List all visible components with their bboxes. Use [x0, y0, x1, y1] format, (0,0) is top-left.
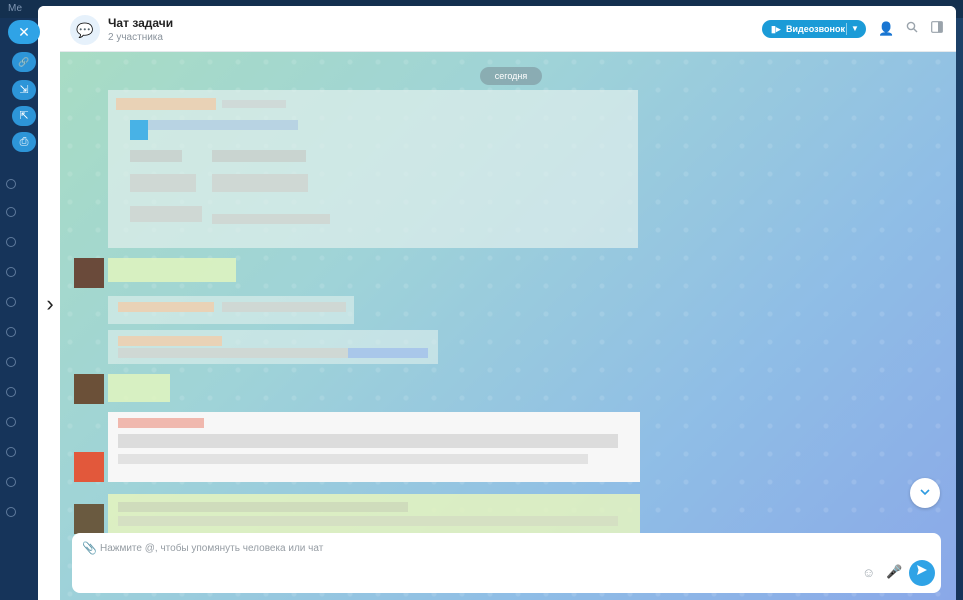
message-text-blurred [130, 206, 202, 222]
background-menu-item [6, 266, 36, 280]
send-icon [917, 565, 927, 575]
message-author-blurred [116, 98, 216, 110]
scroll-to-bottom-button[interactable] [910, 478, 940, 508]
chat-bubbles-icon: 💬 [76, 22, 94, 38]
message-author-blurred [118, 302, 214, 312]
message-input[interactable] [100, 539, 800, 557]
message-accent-blurred [130, 120, 148, 140]
message-text-blurred [118, 502, 408, 512]
message-link-blurred [130, 120, 298, 130]
message-text-blurred [118, 434, 618, 448]
print-button[interactable]: ⎙ [12, 132, 36, 152]
message-text-blurred [212, 214, 330, 224]
sender-avatar-blurred[interactable] [74, 374, 104, 404]
menu-item-icon [6, 476, 16, 487]
chat-slider-panel: 💬 Чат задачи 2 участника ▮▸ Видеозвонок … [38, 6, 956, 600]
background-menu-item [6, 356, 36, 370]
message-text-blurred [130, 150, 182, 162]
sender-avatar-blurred[interactable] [74, 504, 104, 534]
external-link-icon: ⇱ [19, 110, 29, 122]
menu-item-icon [6, 326, 16, 337]
message-text-blurred [212, 174, 308, 192]
send-button[interactable] [909, 560, 935, 586]
message-bubble[interactable] [108, 90, 638, 248]
message-text-blurred [130, 174, 196, 192]
message-bubble[interactable] [108, 412, 640, 482]
background-menu-item [6, 416, 36, 430]
message-text-blurred [222, 302, 346, 312]
background-menu-item [6, 476, 36, 490]
menu-item-icon [6, 356, 16, 367]
menu-item-icon [6, 236, 16, 247]
menu-item-icon [6, 296, 16, 307]
video-call-label: Видеозвонок [786, 24, 845, 34]
background-menu-item [6, 506, 36, 520]
message-text-blurred [118, 348, 348, 358]
chat-members-count[interactable]: 2 участника [108, 32, 163, 43]
message-text-blurred [212, 150, 306, 162]
background-menu-item [6, 326, 36, 340]
search-icon[interactable] [904, 21, 920, 37]
message-text-blurred [118, 454, 588, 464]
sender-avatar-blurred[interactable] [74, 452, 104, 482]
video-call-button[interactable]: ▮▸ Видеозвонок ▼ [762, 20, 866, 38]
chat-messages-area[interactable]: сегодня 📎 Нажмите @, чтобы упомянуть чел… [60, 52, 956, 600]
attachment-icon[interactable]: 📎 [82, 541, 97, 555]
minimize-button[interactable]: ⇲ [12, 80, 36, 100]
sender-avatar-blurred[interactable] [74, 258, 104, 288]
background-menu-item [6, 446, 36, 460]
menu-item-icon [6, 446, 16, 457]
background-menu-item [6, 386, 36, 400]
emoji-icon[interactable]: ☺ [862, 565, 875, 580]
video-call-divider [846, 23, 847, 35]
message-bubble[interactable] [108, 296, 354, 324]
close-icon: ✕ [18, 24, 30, 40]
chat-title[interactable]: Чат задачи [108, 16, 173, 30]
message-time-blurred [222, 100, 286, 108]
message-bubble[interactable] [108, 374, 170, 402]
message-composer[interactable]: 📎 ☺ 🎤 [72, 533, 941, 593]
background-menu-item [6, 236, 36, 250]
menu-item-icon [6, 506, 16, 517]
message-bubble[interactable] [108, 494, 640, 536]
open-new-window-button[interactable]: ⇱ [12, 106, 36, 126]
background-menu-item [6, 206, 36, 220]
menu-item-icon [6, 178, 16, 189]
print-icon: ⎙ [19, 136, 29, 148]
message-bubble[interactable] [108, 330, 438, 364]
sidebar-toggle-icon[interactable] [929, 21, 945, 37]
link-icon: 🔗 [18, 57, 30, 67]
chat-avatar[interactable]: 💬 [70, 15, 100, 45]
menu-item-icon [6, 206, 16, 217]
download-icon: ⇲ [19, 84, 29, 96]
close-slider-button[interactable]: ✕ [8, 20, 40, 44]
copy-link-button[interactable]: 🔗 [12, 52, 36, 72]
message-bubble[interactable] [108, 258, 236, 282]
background-menu-item [6, 178, 36, 192]
background-menu-label: Ме [8, 3, 23, 14]
background-menu-item [6, 296, 36, 310]
message-author-blurred [118, 336, 222, 346]
message-text-blurred [118, 516, 618, 526]
menu-item-icon [6, 266, 16, 277]
microphone-icon[interactable]: 🎤 [886, 564, 902, 580]
chevron-down-icon [920, 489, 930, 496]
chevron-down-icon[interactable]: ▼ [851, 20, 859, 38]
date-separator: сегодня [480, 67, 542, 85]
menu-item-icon [6, 416, 16, 427]
message-link-blurred [348, 348, 428, 358]
chat-header: 💬 Чат задачи 2 участника ▮▸ Видеозвонок … [60, 6, 956, 52]
message-author-blurred [118, 418, 204, 428]
video-camera-icon: ▮▸ [771, 24, 781, 34]
menu-item-icon [6, 386, 16, 397]
chevron-right-icon[interactable]: › [40, 293, 60, 316]
add-user-icon[interactable]: 👤 [878, 21, 894, 37]
